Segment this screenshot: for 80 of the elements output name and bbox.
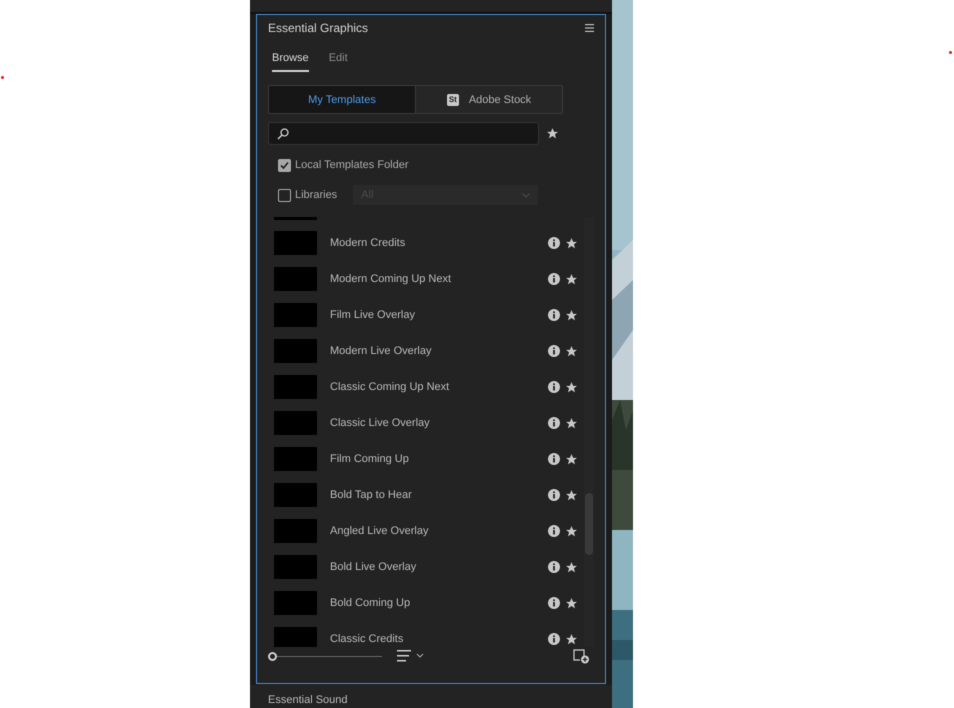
info-icon[interactable] bbox=[548, 309, 560, 322]
template-item[interactable]: Classic Coming Up Next bbox=[274, 369, 578, 406]
template-thumbnail bbox=[274, 483, 317, 508]
info-icon[interactable] bbox=[548, 417, 560, 430]
source-toggle[interactable]: My Templates bbox=[269, 86, 415, 114]
tab[interactable]: Edit bbox=[328, 50, 348, 72]
star-icon[interactable] bbox=[565, 344, 578, 358]
template-thumbnail bbox=[274, 591, 317, 616]
info-icon[interactable] bbox=[548, 345, 560, 358]
info-icon[interactable] bbox=[548, 381, 560, 394]
star-icon[interactable] bbox=[565, 308, 578, 322]
template-name: Modern Credits bbox=[330, 236, 406, 252]
info-icon[interactable] bbox=[548, 597, 560, 610]
star-icon[interactable] bbox=[565, 272, 578, 286]
star-icon[interactable] bbox=[565, 236, 578, 250]
star-icon[interactable] bbox=[546, 127, 559, 140]
template-item[interactable]: Film Live Overlay bbox=[274, 297, 578, 334]
menu-icon[interactable] bbox=[585, 24, 594, 32]
template-item[interactable]: Modern Coming Up Next bbox=[274, 261, 578, 298]
template-thumbnail bbox=[274, 303, 317, 328]
template-thumbnail bbox=[274, 375, 317, 400]
source-toggle[interactable]: St Adobe Stock bbox=[415, 86, 562, 114]
info-icon[interactable] bbox=[548, 633, 560, 646]
template-item[interactable]: Bold Tap to Hear bbox=[274, 477, 578, 514]
star-icon[interactable] bbox=[565, 416, 578, 430]
template-item[interactable]: Modern Credits bbox=[274, 225, 578, 262]
star-icon[interactable] bbox=[565, 596, 578, 610]
template-thumbnail bbox=[274, 411, 317, 436]
template-name: Classic Credits bbox=[330, 632, 404, 648]
template-name: Modern Coming Up Next bbox=[330, 272, 452, 288]
template-thumbnail bbox=[274, 555, 317, 580]
zoom-slider[interactable] bbox=[268, 651, 382, 662]
template-item[interactable]: Angled Live Overlay bbox=[274, 513, 578, 550]
stock-badge: St bbox=[446, 94, 459, 106]
checkbox-label: Libraries bbox=[295, 188, 338, 204]
template-item[interactable]: Film Coming Up bbox=[274, 441, 578, 478]
info-icon[interactable] bbox=[548, 273, 560, 286]
info-icon[interactable] bbox=[548, 561, 560, 574]
template-thumbnail bbox=[274, 447, 317, 472]
template-thumbnail bbox=[274, 519, 317, 544]
template-name: Classic Coming Up Next bbox=[330, 380, 450, 396]
template-name: Angled Live Overlay bbox=[330, 524, 430, 540]
info-icon[interactable] bbox=[548, 489, 560, 502]
checkbox-label: Local Templates Folder bbox=[295, 158, 409, 174]
template-item[interactable]: Classic Credits bbox=[274, 621, 578, 648]
template-name: Modern Live Overlay bbox=[330, 344, 432, 360]
template-name: Bold Live Overlay bbox=[330, 560, 418, 576]
template-name: Bold Tap to Hear bbox=[330, 488, 413, 504]
star-icon[interactable] bbox=[565, 632, 578, 646]
info-icon[interactable] bbox=[548, 453, 560, 466]
template-name: Classic Live Overlay bbox=[330, 416, 431, 432]
template-name: Film Coming Up bbox=[330, 452, 410, 468]
template-thumbnail bbox=[274, 339, 317, 364]
template-item[interactable]: Classic Live Overlay bbox=[274, 405, 578, 442]
template-item[interactable]: Bold Live Overlay bbox=[274, 549, 578, 586]
template-thumbnail bbox=[274, 231, 317, 256]
new-item-icon[interactable] bbox=[573, 648, 590, 664]
chevron-icon bbox=[522, 192, 530, 198]
template-name: Bold Coming Up bbox=[330, 596, 412, 612]
template-thumbnail bbox=[274, 267, 317, 292]
star-icon[interactable] bbox=[565, 380, 578, 394]
checkbox[interactable] bbox=[278, 188, 291, 202]
tab[interactable]: Browse bbox=[272, 50, 309, 72]
search-icon bbox=[277, 128, 289, 140]
list-view-icon[interactable] bbox=[397, 650, 425, 662]
info-icon[interactable] bbox=[548, 525, 560, 538]
template-item[interactable]: Bold Coming Up bbox=[274, 585, 578, 622]
panel-title: Essential Sound bbox=[268, 694, 348, 706]
template-thumbnail bbox=[274, 217, 317, 220]
checkbox[interactable] bbox=[278, 158, 291, 172]
template-item[interactable]: Modern Live Overlay bbox=[274, 333, 578, 370]
template-thumbnail bbox=[274, 627, 317, 648]
star-icon[interactable] bbox=[565, 452, 578, 466]
info-icon[interactable] bbox=[548, 237, 560, 250]
template-name: Film Live Overlay bbox=[330, 308, 416, 324]
star-icon[interactable] bbox=[565, 488, 578, 502]
panel-title: Essential Graphics bbox=[268, 20, 368, 38]
star-icon[interactable] bbox=[565, 560, 578, 574]
star-icon[interactable] bbox=[565, 524, 578, 538]
search-field[interactable] bbox=[268, 122, 539, 146]
